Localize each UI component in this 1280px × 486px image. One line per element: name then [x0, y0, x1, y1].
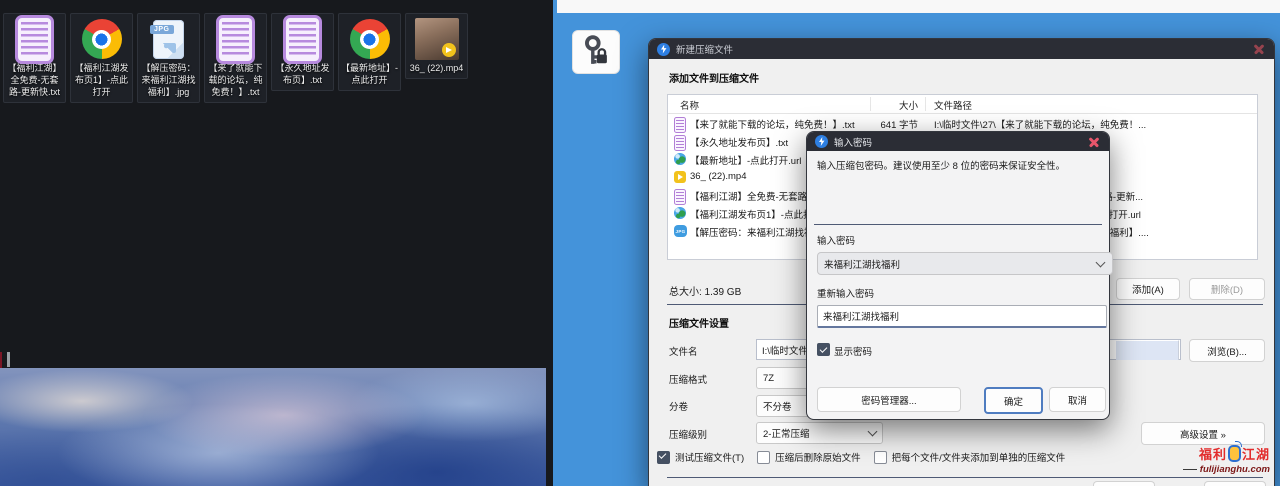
col-path[interactable]: 文件路径: [934, 98, 972, 112]
section-archive-settings: 压缩文件设置: [669, 315, 729, 330]
browse-button[interactable]: 浏览(B)...: [1189, 339, 1265, 362]
divider: [667, 477, 1263, 478]
file-type-icon: [15, 18, 54, 60]
delete-button[interactable]: 删除(D): [1189, 278, 1265, 300]
chevron-down-icon: [1096, 257, 1106, 267]
dialog-title: 新建压缩文件: [676, 42, 1252, 56]
level-select[interactable]: 2-正常压缩: [756, 422, 883, 444]
file-type-icon: [674, 171, 686, 183]
desktop-icon[interactable]: 【永久地址发布页】.txt: [271, 13, 334, 91]
format-label: 压缩格式: [669, 372, 707, 386]
password-manager-button[interactable]: 密码管理器...: [817, 387, 961, 412]
checkbox[interactable]: [757, 451, 770, 464]
file-type-icon: JPG: [153, 18, 184, 60]
level-label: 压缩级别: [669, 427, 707, 441]
col-size[interactable]: 大小: [848, 98, 918, 112]
total-size-label: 总大小: 1.39 GB: [669, 283, 741, 298]
dialog-title: 输入密码: [834, 135, 1087, 149]
cell-name: 36_ (22).mp4: [690, 171, 747, 182]
table-header[interactable]: 名称 大小 文件路径: [668, 95, 1257, 114]
desktop-icon-label: 【最新地址】-点此打开: [340, 62, 399, 86]
desktop: 【福利江湖】全免费-无套路-更新快.txt 【福利江湖发布页1】-点此打开 JP…: [0, 0, 556, 486]
checkbox[interactable]: [874, 451, 887, 464]
desktop-icon-label: 【解压密码：来福利江湖找福利】.jpg: [139, 62, 198, 98]
show-password-label: 显示密码: [834, 344, 872, 358]
file-type-icon: [674, 189, 686, 205]
text-cursor: [7, 352, 10, 367]
desktop-icon[interactable]: 【最新地址】-点此打开: [338, 13, 401, 91]
watermark-site: fulijianghu.com: [1160, 464, 1270, 475]
ok-button-partial[interactable]: [1093, 481, 1155, 486]
watermark: 福利 江湖 fulijianghu.com: [1160, 444, 1270, 475]
cell-path: I:\临时文件\27\【来了就能下载的论坛，纯免费！...: [934, 117, 1255, 131]
file-type-icon: [283, 18, 322, 60]
confirm-password-label: 重新输入密码: [817, 286, 874, 300]
desktop-icon[interactable]: JPG 【解压密码：来福利江湖找福利】.jpg: [137, 13, 200, 103]
file-type-icon: [216, 18, 255, 60]
cell-name: 【最新地址】-点此打开.url: [690, 153, 801, 167]
password-label: 输入密码: [817, 233, 855, 247]
cell-name: 【永久地址发布页】.txt: [690, 135, 788, 149]
archive-app-icon: [657, 43, 670, 56]
wallpaper-clouds: [0, 368, 546, 486]
red-mark: [0, 352, 2, 368]
filename-label: 文件名: [669, 344, 698, 358]
menu-bar: [557, 0, 1280, 13]
file-type-icon: [415, 18, 459, 60]
confirm-password-input[interactable]: 来福利江湖找福利: [817, 305, 1107, 328]
archive-app-icon: [815, 135, 828, 148]
divider: [814, 224, 1102, 225]
filename-input-selection: [1116, 340, 1179, 360]
desktop-icon-label: 【永久地址发布页】.txt: [273, 62, 332, 86]
section-add-files: 添加文件到压缩文件: [669, 70, 759, 85]
dialog-title-bar[interactable]: 新建压缩文件: [649, 39, 1274, 59]
desktop-icon-row: 【福利江湖】全免费-无套路-更新快.txt 【福利江湖发布页1】-点此打开 JP…: [3, 13, 468, 103]
file-type-icon: [350, 18, 390, 60]
cancel-button[interactable]: 取消: [1049, 387, 1106, 412]
desktop-icon-label: 36_ (22).mp4: [410, 62, 464, 74]
option-checkbox-group[interactable]: 把每个文件/文件夹添加到单独的压缩文件: [874, 450, 1066, 464]
close-icon[interactable]: [1252, 43, 1266, 55]
file-type-icon: JPG: [674, 225, 687, 237]
password-combobox[interactable]: 来福利江湖找福利: [817, 252, 1113, 275]
desktop-icon-label: 【福利江湖】全免费-无套路-更新快.txt: [5, 62, 64, 98]
enter-password-dialog: 输入密码 输入压缩包密码。建议使用至少 8 位的密码来保证安全性。 输入密码 来…: [806, 131, 1110, 420]
desktop-icon[interactable]: 【来了就能下载的论坛，纯免费！】.txt: [204, 13, 267, 103]
desktop-icon-label: 【来了就能下载的论坛，纯免费！】.txt: [206, 62, 265, 98]
desktop-icon[interactable]: 【福利江湖】全免费-无套路-更新快.txt: [3, 13, 66, 103]
show-password-checkbox[interactable]: [817, 343, 830, 356]
options-row: 测试压缩文件(T) 压缩后删除原始文件 把每个文件/文件夹添加到单独的压缩文件: [657, 450, 1065, 464]
option-checkbox-group[interactable]: 测试压缩文件(T): [657, 450, 744, 464]
key-lock-icon: [582, 34, 610, 71]
checkbox-label: 把每个文件/文件夹添加到单独的压缩文件: [892, 450, 1066, 464]
desktop-icon[interactable]: 36_ (22).mp4: [405, 13, 468, 79]
dialog-title-bar[interactable]: 输入密码: [807, 132, 1109, 151]
mouse-icon: [1228, 445, 1241, 462]
desktop-icon[interactable]: 【福利江湖发布页1】-点此打开: [70, 13, 133, 103]
password-hint: 输入压缩包密码。建议使用至少 8 位的密码来保证安全性。: [817, 160, 1099, 174]
screen: 【福利江湖】全免费-无套路-更新快.txt 【福利江湖发布页1】-点此打开 JP…: [0, 0, 1280, 486]
table-row[interactable]: 【来了就能下载的论坛，纯免费！】.txt 641 字节 I:\临时文件\27\【…: [668, 114, 1257, 132]
close-icon[interactable]: [1087, 136, 1101, 148]
add-button[interactable]: 添加(A): [1116, 278, 1180, 300]
password-key-button[interactable]: [572, 30, 620, 74]
col-name[interactable]: 名称: [680, 98, 699, 112]
advanced-settings-button[interactable]: 高级设置 »: [1141, 422, 1265, 445]
file-type-icon: [82, 18, 122, 60]
chevron-down-icon: [868, 427, 878, 437]
checkbox[interactable]: [657, 451, 670, 464]
checkbox-label: 压缩后删除原始文件: [775, 450, 861, 464]
file-type-icon: [674, 207, 686, 219]
file-type-icon: [674, 153, 686, 165]
file-type-icon: [674, 135, 686, 151]
option-checkbox-group[interactable]: 压缩后删除原始文件: [757, 450, 861, 464]
volume-label: 分卷: [669, 399, 688, 413]
cancel-button-partial[interactable]: [1204, 481, 1266, 486]
checkbox-label: 测试压缩文件(T): [675, 450, 744, 464]
ok-button[interactable]: 确定: [984, 387, 1043, 414]
file-type-icon: [674, 117, 686, 133]
cell-size: 641 字节: [818, 117, 918, 131]
desktop-icon-label: 【福利江湖发布页1】-点此打开: [72, 62, 131, 98]
